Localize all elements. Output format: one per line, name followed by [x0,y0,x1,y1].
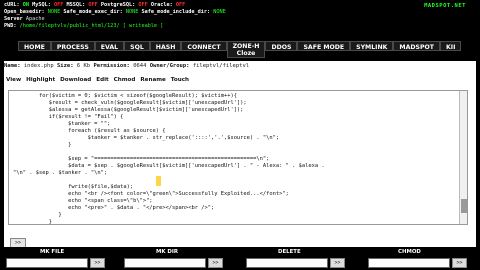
chmod-input[interactable] [368,258,450,268]
nav-hash[interactable]: HASH [149,41,182,51]
curl-status: ON [22,2,29,8]
editor-scrollbar[interactable] [459,91,467,224]
curl-label: cURL: [4,2,20,8]
action-download[interactable]: Download [60,77,91,83]
pgsql-label: PostgreSQL: [100,2,136,8]
safe-exec-label: Safe_mode_exec_dir: [63,9,123,15]
nav-home[interactable]: HOME [18,41,51,51]
code-text[interactable]: for($victim = 0; $victim < sizeof($googl… [9,91,467,224]
file-permission[interactable]: 0644 [133,63,146,69]
oracle-status: OFF [175,2,186,8]
nav-zone-h[interactable]: ZONE-H Cloze [226,41,266,58]
mysql-status: OFF [54,2,64,8]
db-status-line: cURL: ON MySQL: OFF MSSQL: OFF PostgreSQ… [4,2,476,9]
nav-sql[interactable]: SQL [124,41,150,51]
delete-input[interactable] [246,258,328,268]
size-label: Size: [57,63,74,69]
action-rename[interactable]: Rename [140,77,165,83]
text-cursor [156,176,161,186]
action-edit[interactable]: Edit [96,77,108,83]
owner-label: Owner/Group: [149,63,190,69]
basedir-line: Open_basedir: NONE Safe_mode_exec_dir: N… [4,9,476,16]
pgsql-status: OFF [138,2,148,8]
pwd-line: PWD: /home/fileptvlv/public_html/123/ [ … [4,23,476,30]
file-meta: Name: index.php Size: 6 Kb Permission: 0… [4,63,476,72]
perm-label: Permission: [93,63,130,69]
brand-logo[interactable]: MADSPOT.NET [424,3,466,9]
nav-zone-h-sub: Cloze [236,50,256,57]
file-owner: fileptvl/fileptvl [192,63,250,69]
action-chmod[interactable]: Chmod [114,77,136,83]
code-editor[interactable]: for($victim = 0; $victim < sizeof($googl… [8,90,468,225]
name-label: Name: [4,63,21,69]
file-actions: View Highlight Download Edit Chmod Renam… [6,77,192,83]
nav-madspot[interactable]: MADSPOT [393,41,440,51]
nav-ddos[interactable]: DDOS [265,41,298,51]
mk-dir-title: MK DIR [156,249,179,255]
writeable-badge: [ writeable ] [122,23,164,29]
safe-inc-value: NONE [213,9,226,15]
safe-inc-label: Safe_mode_include_dir: [141,9,211,15]
nav-safe-mode[interactable]: SAFE MODE [297,41,351,51]
nav-eval[interactable]: EVAL [94,41,125,51]
shell-window: cURL: ON MySQL: OFF MSSQL: OFF PostgreSQ… [0,0,480,270]
basedir-label: Open_basedir: [4,9,45,15]
scrollbar-thumb[interactable] [461,199,467,213]
chmod-button[interactable]: >> [452,258,467,268]
delete-button[interactable]: >> [330,258,345,268]
server-info: cURL: ON MySQL: OFF MSSQL: OFF PostgreSQ… [4,2,476,38]
mk-dir-input[interactable] [124,258,206,268]
nav-zone-h-label: ZONE-H [232,43,260,50]
action-touch[interactable]: Touch [171,77,189,83]
file-panel: Name: index.php Size: 6 Kb Permission: 0… [4,61,476,270]
delete-title: DELETE [278,249,301,255]
mk-file-input[interactable] [6,258,88,268]
pwd-label: PWD: [4,23,17,29]
basedir-value: NONE [47,9,61,15]
footer-tools: MK FILE >> MK DIR >> DELETE >> CHMOD >> [0,247,480,270]
nav-kii[interactable]: KII [439,41,462,51]
mk-file-button[interactable]: >> [90,258,105,268]
server-line: Server Apache [4,16,476,23]
server-label: Server [4,16,23,22]
nav-symlink[interactable]: SYMLINK [350,41,394,51]
mssql-label: MSSQL: [66,2,86,8]
mysql-label: MySQL: [32,2,51,8]
nav-connect[interactable]: CONNECT [181,41,227,51]
file-size: 6 Kb [76,63,91,69]
server-value: Apache [25,16,45,22]
safe-exec-value: NONE [125,9,139,15]
action-highlight[interactable]: Highlight [26,77,55,83]
pwd-value[interactable]: /home/fileptvlv/public_html/123/ [20,23,120,29]
file-name: index.php [23,63,54,69]
mssql-status: OFF [88,2,98,8]
main-nav: HOME PROCESS EVAL SQL HASH CONNECT ZONE-… [18,41,462,59]
chmod-title: CHMOD [398,249,421,255]
mk-file-title: MK FILE [40,249,65,255]
nav-process[interactable]: PROCESS [50,41,95,51]
mk-dir-button[interactable]: >> [208,258,223,268]
action-view[interactable]: View [6,77,21,83]
oracle-label: Oracle: [150,2,173,8]
